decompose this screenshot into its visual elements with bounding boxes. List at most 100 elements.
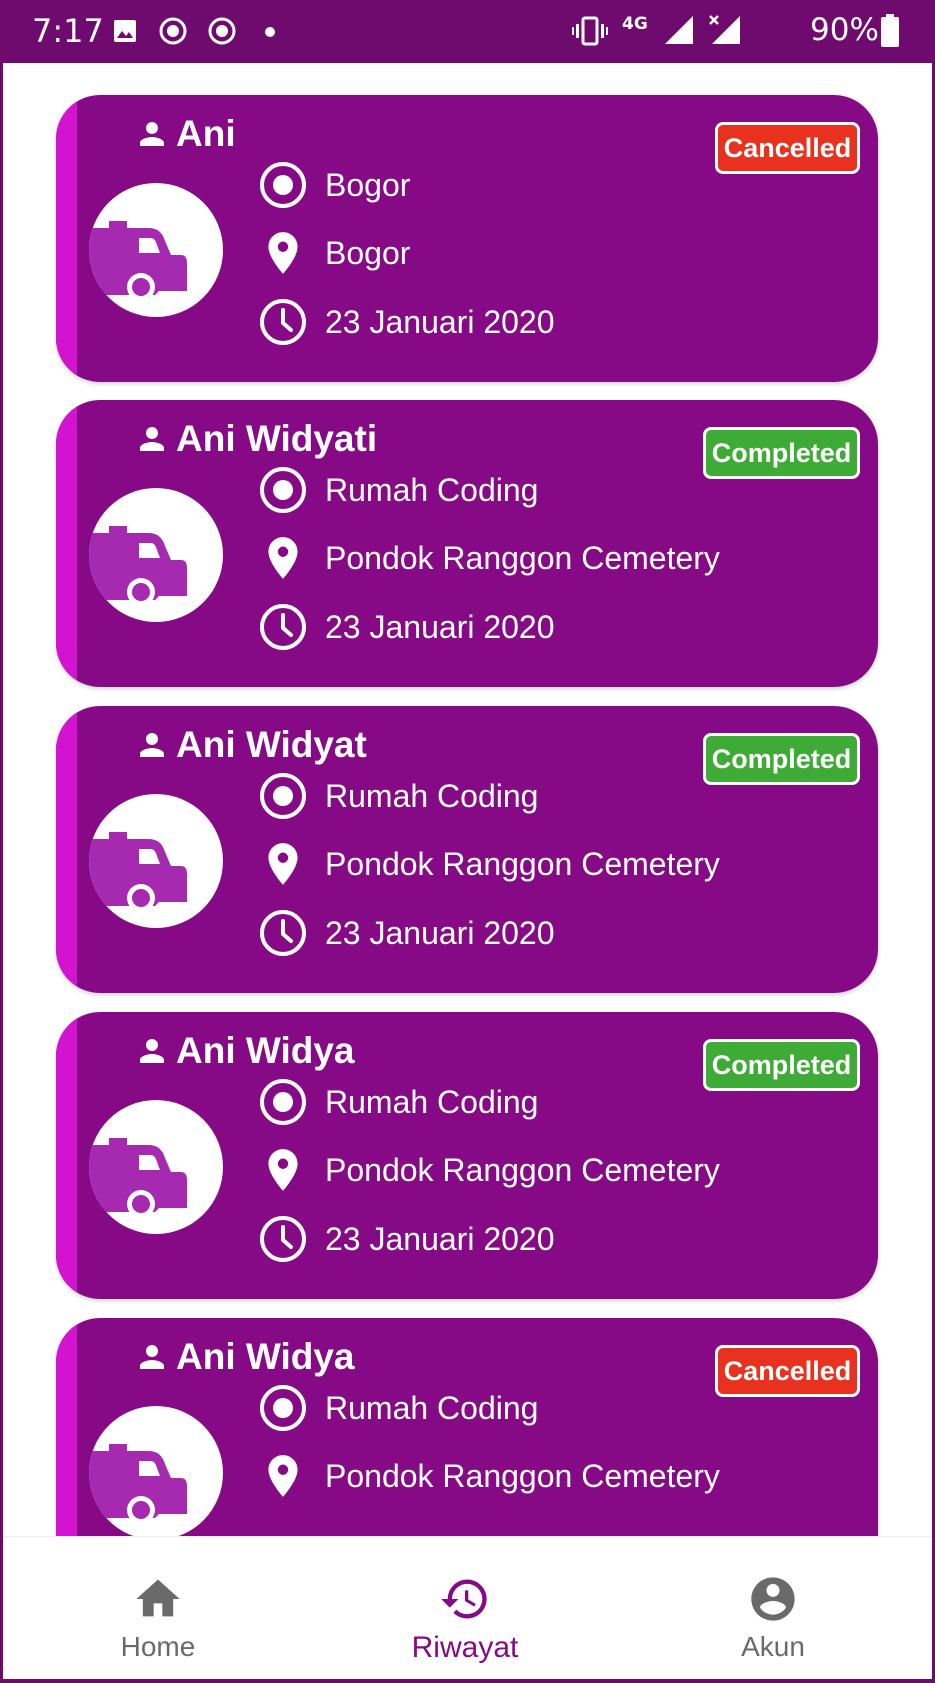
status-badge: Completed (703, 733, 860, 785)
more-notifications-dot-icon (265, 27, 275, 37)
origin-radio-icon (260, 1079, 306, 1125)
network-type-label: 4G (622, 14, 648, 34)
origin-text: Bogor (325, 166, 411, 203)
nav-riwayat[interactable]: Riwayat (365, 1537, 565, 1680)
passenger-name: Ani Widyat (176, 724, 367, 765)
origin-radio-icon (260, 773, 306, 819)
bottom-navigation: Home Riwayat Akun (3, 1536, 932, 1679)
destination-text: Pondok Ranggon Cemetery (325, 1151, 720, 1188)
card-accent-stripe (56, 95, 77, 382)
nav-akun[interactable]: Akun (673, 1537, 873, 1680)
ambulance-icon (89, 526, 187, 606)
location-pin-icon (268, 537, 298, 579)
status-bar: 7:17 4G 90% (0, 0, 935, 63)
origin-text: Rumah Coding (325, 1083, 539, 1120)
origin-radio-icon (260, 1385, 306, 1431)
destination-row: Pondok Ranggon Cemetery (258, 1446, 720, 1506)
location-pin-icon (268, 843, 298, 885)
location-pin-icon (268, 1149, 298, 1191)
nav-akun-label: Akun (741, 1631, 805, 1662)
destination-row: Bogor (258, 223, 410, 283)
card-accent-stripe (56, 1012, 77, 1299)
ambulance-icon (89, 221, 187, 301)
signal-icon (665, 16, 693, 44)
vehicle-avatar (89, 183, 223, 317)
ambulance-icon (89, 1138, 187, 1218)
status-badge: Completed (703, 427, 860, 479)
vehicle-avatar (89, 488, 223, 622)
origin-row: Rumah Coding (258, 766, 538, 826)
passenger-row: Ani Widyati (134, 414, 377, 464)
battery-icon (881, 14, 899, 47)
home-icon (136, 1579, 180, 1617)
trip-card[interactable]: Ani Cancelled Bogor Bogor 23 Januari 2020 (56, 95, 878, 382)
clock-icon (260, 604, 306, 650)
person-icon (140, 733, 164, 757)
location-pin-icon (268, 1455, 298, 1497)
date-row: 23 Januari 2020 (258, 292, 555, 352)
vibrate-icon (572, 16, 608, 46)
date-text: 23 Januari 2020 (325, 1220, 555, 1257)
destination-row: Pondok Ranggon Cemetery (258, 1140, 720, 1200)
date-text: 23 Januari 2020 (325, 303, 555, 340)
ambulance-icon (89, 1444, 187, 1524)
location-pin-icon (268, 232, 298, 274)
passenger-name: Ani Widya (176, 1030, 355, 1071)
date-row: 23 Januari 2020 (258, 597, 555, 657)
vehicle-avatar (89, 794, 223, 928)
account-icon (751, 1577, 795, 1621)
origin-row: Bogor (258, 155, 410, 215)
vehicle-avatar (89, 1406, 223, 1540)
battery-percent: 90% (810, 12, 879, 48)
target-notification-icon-2 (208, 17, 236, 45)
card-accent-stripe (56, 400, 77, 687)
nav-home-label: Home (120, 1631, 196, 1662)
passenger-row: Ani Widya (134, 1026, 355, 1076)
person-icon (140, 427, 164, 451)
origin-row: Rumah Coding (258, 1378, 538, 1438)
origin-text: Rumah Coding (325, 1389, 539, 1426)
passenger-name: Ani Widyati (176, 418, 378, 459)
origin-row: Rumah Coding (258, 1072, 538, 1132)
destination-text: Pondok Ranggon Cemetery (325, 539, 720, 576)
destination-row: Pondok Ranggon Cemetery (258, 834, 720, 894)
signal-no-data-icon (709, 15, 740, 44)
status-badge: Cancelled (715, 1345, 860, 1397)
card-accent-stripe (56, 706, 77, 993)
status-badge: Cancelled (715, 122, 860, 174)
person-icon (140, 1345, 164, 1369)
date-text: 23 Januari 2020 (325, 914, 555, 951)
destination-row: Pondok Ranggon Cemetery (258, 528, 720, 588)
image-notification-icon (114, 20, 136, 42)
date-row: 23 Januari 2020 (258, 1209, 555, 1269)
destination-text: Pondok Ranggon Cemetery (325, 845, 720, 882)
passenger-row: Ani (134, 109, 236, 159)
clock-icon (260, 299, 306, 345)
ambulance-icon (89, 832, 187, 912)
clock-icon (260, 910, 306, 956)
nav-riwayat-label: Riwayat (411, 1631, 519, 1664)
date-row: 23 Januari 2020 (258, 903, 555, 963)
status-badge: Completed (703, 1039, 860, 1091)
status-time: 7:17 (32, 12, 104, 50)
origin-radio-icon (260, 467, 306, 513)
origin-radio-icon (260, 162, 306, 208)
destination-text: Pondok Ranggon Cemetery (325, 1457, 720, 1494)
trip-card[interactable]: Ani Widyat Completed Rumah Coding Pondok Ra… (56, 706, 878, 993)
person-icon (140, 122, 164, 146)
origin-text: Rumah Coding (325, 471, 539, 508)
destination-text: Bogor (325, 234, 411, 271)
passenger-row: Ani Widyat (134, 720, 367, 770)
history-icon (441, 1579, 487, 1619)
origin-row: Rumah Coding (258, 460, 538, 520)
date-text: 23 Januari 2020 (325, 608, 555, 645)
trip-card[interactable]: Ani Widya Completed Rumah Coding Pondok Ran… (56, 1012, 878, 1299)
person-icon (140, 1039, 164, 1063)
trip-card[interactable]: Ani Widyati Completed Rumah Coding Pondok R… (56, 400, 878, 687)
passenger-row: Ani Widya (134, 1332, 355, 1382)
passenger-name: Ani Widya (176, 1336, 355, 1377)
vehicle-avatar (89, 1100, 223, 1234)
nav-home[interactable]: Home (58, 1537, 258, 1680)
origin-text: Rumah Coding (325, 777, 539, 814)
passenger-name: Ani (176, 113, 236, 154)
